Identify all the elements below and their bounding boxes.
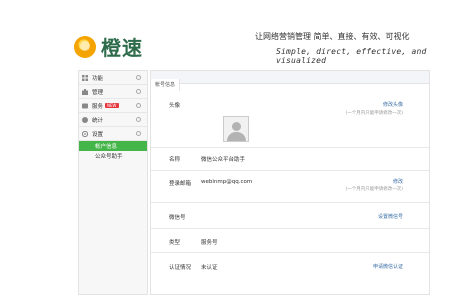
expand-icon	[136, 103, 141, 108]
expand-icon	[136, 131, 141, 136]
email-row: 登录邮箱 webinmp@qq.com 修改 (一个月内只能申请修改一次)	[151, 171, 429, 203]
verify-label: 认证情况	[169, 265, 192, 271]
avatar-body-icon	[227, 132, 246, 141]
sidebar-item-stats[interactable]: 统计	[79, 113, 147, 127]
sidebar-item-label: 服务	[92, 103, 104, 110]
avatar-row: 头像 修改头像 (一个月内只能申请修改一次)	[151, 85, 429, 148]
apply-verify-link[interactable]: 申请微信认证	[373, 263, 403, 270]
verify-value: 未认证	[201, 265, 218, 271]
service-icon	[82, 103, 88, 108]
name-row: 名称 微信公众平台助手	[151, 148, 429, 171]
logo-icon	[74, 35, 96, 58]
email-hint: (一个月内只能申请修改一次)	[345, 187, 403, 192]
sidebar-item-service[interactable]: 服务 NEW	[79, 99, 147, 113]
sidebar-item-label: 功能	[92, 75, 104, 82]
sidebar-item-settings[interactable]: 设置	[79, 127, 147, 141]
wechat-id-row: 微信号 设置微信号	[151, 203, 429, 229]
sidebar-item-features[interactable]: 功能	[79, 71, 147, 85]
name-label: 名称	[169, 157, 181, 163]
expand-icon	[136, 89, 141, 94]
header: 橙速 让网络营销管理 简单、直接、有效、可视化 Simple, direct, …	[0, 0, 450, 65]
change-avatar-link[interactable]: 修改头像	[383, 101, 403, 108]
sidebar-subitem-account-info[interactable]: 帐户信息	[79, 141, 147, 151]
type-label: 类型	[169, 240, 181, 246]
tab-bar: 帐号信息	[151, 71, 429, 91]
sidebar-item-label: 管理	[92, 89, 104, 96]
sidebar-item-label: 设置	[92, 131, 104, 138]
email-label: 登录邮箱	[169, 181, 192, 187]
slogan-cn: 让网络营销管理 简单、直接、有效、可视化	[255, 32, 410, 41]
slogan-en: Simple, direct, effective, and visualize…	[276, 47, 427, 65]
briefcase-icon	[82, 88, 88, 95]
expand-icon	[136, 75, 141, 80]
gear-icon	[82, 130, 88, 137]
sidebar: 功能 管理 服务 NEW 统计 设置 帐户信息 公众号助手	[78, 70, 148, 295]
avatar	[223, 116, 249, 142]
set-wechat-id-link[interactable]: 设置微信号	[378, 213, 403, 220]
change-email-link[interactable]: 修改	[393, 178, 403, 185]
wechat-id-label: 微信号	[169, 215, 186, 221]
grid-icon	[82, 74, 88, 81]
avatar-head-icon	[232, 122, 241, 131]
expand-icon	[136, 117, 141, 122]
sidebar-subitem-assistant[interactable]: 公众号助手	[79, 151, 147, 161]
type-value: 服务号	[201, 240, 218, 246]
logo-text: 橙速	[101, 36, 143, 60]
avatar-label: 头像	[169, 103, 181, 109]
type-row: 类型 服务号	[151, 229, 429, 253]
main-panel: 帐号信息 头像 修改头像 (一个月内只能申请修改一次) 名称 微信公众平台助手 …	[150, 70, 430, 295]
name-value: 微信公众平台助手	[201, 157, 246, 163]
new-badge: NEW	[105, 103, 119, 108]
logo[interactable]: 橙速	[74, 32, 143, 61]
verify-row: 认证情况 未认证 申请微信认证	[151, 253, 429, 279]
avatar-hint: (一个月内只能申请修改一次)	[345, 111, 403, 116]
email-value: webinmp@qq.com	[201, 179, 253, 185]
chart-icon	[82, 116, 88, 123]
sidebar-item-manage[interactable]: 管理	[79, 85, 147, 99]
sidebar-item-label: 统计	[92, 117, 104, 124]
